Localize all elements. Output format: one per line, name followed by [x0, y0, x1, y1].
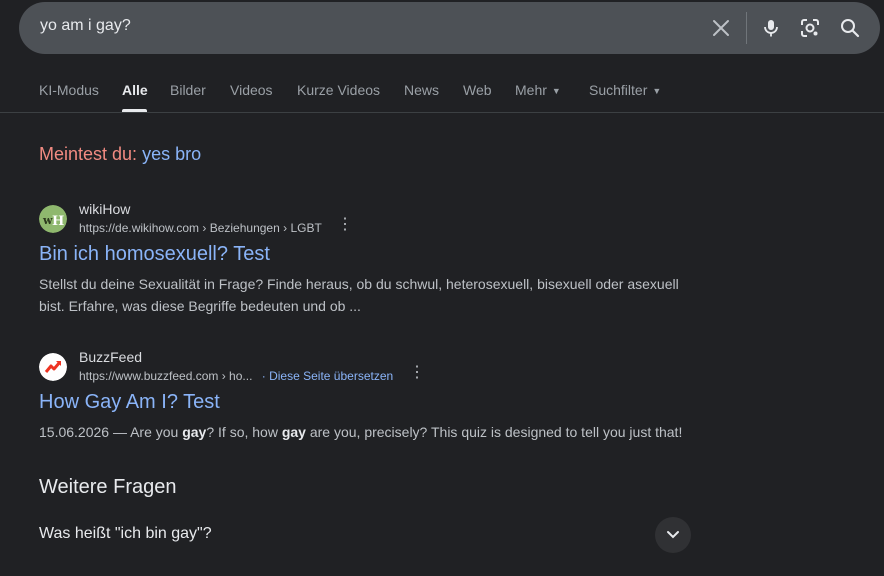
search-input[interactable]: yo am i gay?	[40, 17, 131, 35]
related-question[interactable]: Was heißt "ich bin gay"?	[39, 525, 212, 543]
snippet-text: ? If so, how	[206, 424, 282, 440]
result-snippet-line: bist. Erfahre, was diese Begriffe bedeut…	[39, 298, 361, 314]
tab-ki-modus[interactable]: KI-Modus	[39, 82, 99, 98]
tab-web[interactable]: Web	[463, 82, 492, 98]
search-divider	[746, 12, 747, 44]
did-you-mean-suggestion[interactable]: yes bro	[142, 144, 201, 164]
snippet-highlight: gay	[182, 424, 207, 440]
more-options-icon[interactable]: ⋮	[409, 365, 425, 381]
search-icon[interactable]	[836, 14, 864, 42]
wikihow-favicon-icon: w H	[39, 205, 67, 233]
result-snippet-line: Stellst du deine Sexualität in Frage? Fi…	[39, 276, 679, 292]
result-snippet: 15.06.2026 — Are you gay? If so, how gay…	[39, 421, 699, 443]
caret-down-icon: ▼	[652, 86, 662, 96]
snippet-text: are you, precisely? This quiz is designe…	[305, 424, 683, 440]
tab-suchfilter[interactable]: Suchfilter ▼	[589, 82, 661, 98]
search-result: w H wikiHow https://de.wikihow.com › Bez…	[39, 201, 699, 321]
svg-text:H: H	[52, 214, 64, 229]
tab-alle[interactable]: Alle	[122, 82, 148, 98]
search-result: BuzzFeed https://www.buzzfeed.com › ho..…	[39, 349, 699, 449]
tab-videos[interactable]: Videos	[230, 82, 273, 98]
translate-page-link[interactable]: · Diese Seite übersetzen	[262, 369, 393, 383]
search-tabs: KI-Modus Alle Bilder Videos Kurze Videos…	[0, 70, 884, 113]
result-title[interactable]: Bin ich homosexuell? Test	[39, 243, 270, 266]
active-tab-indicator	[122, 109, 147, 112]
tab-bilder[interactable]: Bilder	[170, 82, 206, 98]
result-url[interactable]: https://www.buzzfeed.com › ho...	[79, 369, 252, 383]
tab-news[interactable]: News	[404, 82, 439, 98]
chevron-down-icon	[667, 531, 679, 539]
more-questions-heading: Weitere Fragen	[39, 476, 177, 498]
tab-suchfilter-label: Suchfilter	[589, 82, 648, 98]
result-title[interactable]: How Gay Am I? Test	[39, 391, 220, 414]
buzzfeed-favicon-icon	[39, 353, 67, 381]
clear-icon[interactable]	[707, 14, 735, 42]
result-site-name: wikiHow	[79, 201, 131, 217]
search-bar: yo am i gay?	[19, 2, 880, 54]
tab-kurze-videos[interactable]: Kurze Videos	[297, 82, 380, 98]
expand-question-button[interactable]	[655, 517, 691, 553]
lens-camera-icon[interactable]	[796, 14, 824, 42]
did-you-mean: Meintest du: yes bro	[39, 144, 201, 165]
snippet-text: 15.06.2026 — Are you	[39, 424, 183, 440]
result-site-name: BuzzFeed	[79, 349, 143, 365]
snippet-highlight: gay	[281, 424, 306, 440]
result-snippet: Stellst du deine Sexualität in Frage? Fi…	[39, 273, 699, 317]
result-url[interactable]: https://de.wikihow.com › Beziehungen › L…	[79, 221, 322, 235]
tab-mehr[interactable]: Mehr ▼	[515, 82, 561, 98]
tab-mehr-label: Mehr	[515, 82, 547, 98]
more-options-icon[interactable]: ⋮	[337, 217, 353, 233]
microphone-icon[interactable]	[757, 14, 785, 42]
did-you-mean-label: Meintest du:	[39, 144, 138, 164]
caret-down-icon: ▼	[551, 86, 561, 96]
result-url-row: https://www.buzzfeed.com › ho... · Diese…	[79, 369, 393, 383]
